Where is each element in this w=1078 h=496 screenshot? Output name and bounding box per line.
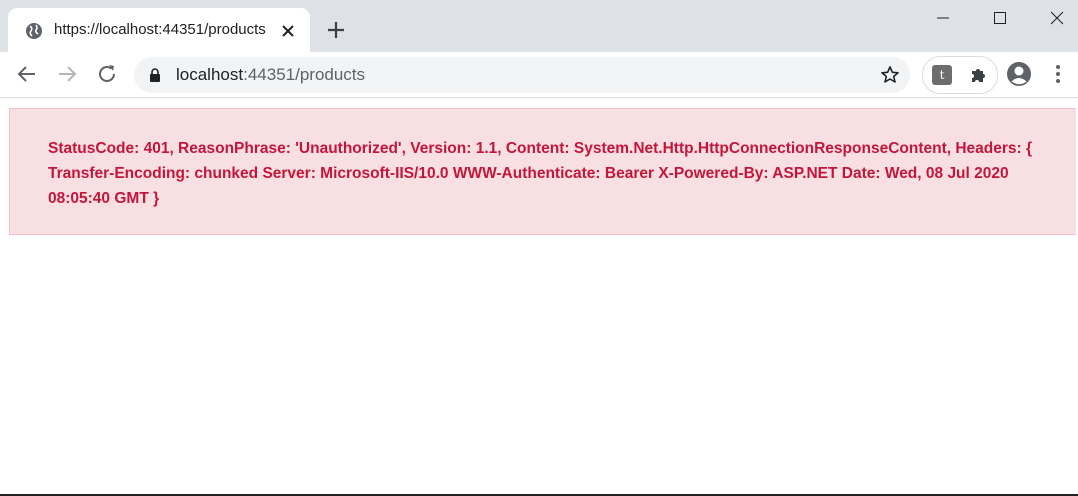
- maximize-icon[interactable]: [985, 6, 1015, 30]
- title-bar: https://localhost:44351/products: [0, 0, 1078, 52]
- reload-icon[interactable]: [95, 62, 119, 86]
- menu-icon[interactable]: [1048, 62, 1068, 86]
- extensions-group: t: [922, 56, 998, 94]
- star-icon[interactable]: [880, 65, 900, 85]
- url-text[interactable]: localhost:44351/products: [176, 65, 365, 85]
- plus-icon[interactable]: [325, 19, 347, 41]
- profile-icon[interactable]: [1006, 61, 1032, 87]
- error-alert: StatusCode: 401, ReasonPhrase: 'Unauthor…: [9, 108, 1076, 235]
- extension-t-icon[interactable]: t: [932, 65, 952, 85]
- close-icon[interactable]: [278, 21, 298, 41]
- puzzle-icon[interactable]: [969, 65, 989, 85]
- lock-icon[interactable]: [149, 68, 161, 82]
- address-bar[interactable]: localhost:44351/products: [134, 57, 910, 93]
- globe-icon: [26, 23, 42, 39]
- browser-tab[interactable]: https://localhost:44351/products: [8, 8, 310, 52]
- url-path: :44351/products: [243, 65, 366, 84]
- browser-toolbar: localhost:44351/products t: [0, 52, 1078, 98]
- back-icon[interactable]: [15, 62, 39, 86]
- forward-icon[interactable]: [55, 62, 79, 86]
- tab-title: https://localhost:44351/products: [54, 21, 266, 38]
- error-message: StatusCode: 401, ReasonPhrase: 'Unauthor…: [48, 140, 1033, 207]
- url-host: localhost: [176, 65, 244, 84]
- window-close-icon[interactable]: [1042, 6, 1072, 30]
- minimize-icon[interactable]: [928, 6, 958, 30]
